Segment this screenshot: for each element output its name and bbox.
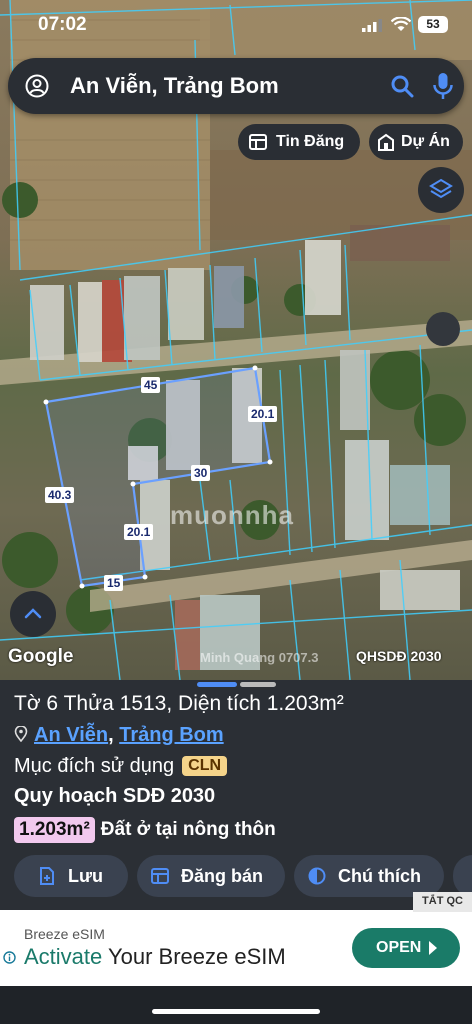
tin-dang-button[interactable]: Tin Đăng: [238, 124, 360, 160]
ad-headline-accent: Activate: [24, 944, 103, 969]
legend-button[interactable]: Chú thích: [294, 855, 444, 897]
parcel-title: Tờ 6 Thửa 1513, Diện tích 1.203m²: [14, 692, 344, 715]
google-logo: Google: [8, 646, 74, 667]
search-bar[interactable]: An Viễn, Trảng Bom: [8, 58, 464, 114]
layers-button[interactable]: [418, 167, 464, 213]
watermark-logo: muonnha: [170, 500, 294, 530]
ad-brand: Breeze eSIM: [24, 926, 105, 942]
page-indicator-active: [197, 682, 237, 687]
land-use-purpose: Mục đích sử dụng CLN: [14, 755, 228, 778]
play-arrow-icon: [429, 941, 437, 955]
more-actions-button[interactable]: [453, 855, 472, 897]
info-icon[interactable]: [3, 951, 16, 964]
post-sale-label: Đăng bán: [181, 866, 264, 886]
contrast-icon: [308, 867, 326, 885]
satellite-map[interactable]: 45 20.1 30 40.3 20.1 15 muonnha Google M…: [0, 0, 472, 680]
status-bar: 07:02 53: [0, 0, 472, 50]
commune-link[interactable]: An Viễn: [34, 724, 108, 746]
post-sale-button[interactable]: Đăng bán: [137, 855, 285, 897]
parcel-dimension-label: 15: [104, 575, 124, 591]
battery-icon: 53: [418, 16, 448, 33]
hide-ads-button[interactable]: TẮT QC: [413, 892, 472, 912]
parcel-dimension-label: 30: [191, 465, 211, 481]
ad-headline-rest: Your Breeze eSIM: [102, 944, 286, 969]
listing-icon: [249, 134, 267, 150]
save-file-icon: [40, 867, 54, 885]
chevron-up-icon: [24, 608, 42, 619]
ad-open-button[interactable]: OPEN: [352, 928, 460, 968]
purpose-code-badge: CLN: [182, 756, 228, 776]
search-icon[interactable]: [390, 74, 414, 98]
map-pin-icon: [14, 726, 28, 742]
page-indicator: [240, 682, 276, 687]
ad-banner[interactable]: TẮT QC Breeze eSIM Activate Your Breeze …: [0, 892, 472, 986]
home-bar-area: [0, 986, 472, 1024]
parcel-dimension-label: 45: [141, 377, 161, 393]
search-query[interactable]: An Viễn, Trảng Bom: [70, 73, 279, 99]
layer-name: QHSDĐ 2030: [356, 648, 442, 664]
location-separator: ,: [108, 724, 114, 746]
ad-headline: Activate Your Breeze eSIM: [24, 944, 286, 970]
purpose-label: Mục đích sử dụng: [14, 755, 175, 777]
mic-icon[interactable]: [432, 72, 454, 100]
district-link[interactable]: Trảng Bom: [119, 724, 223, 746]
layers-icon: [429, 178, 453, 199]
status-time: 07:02: [38, 14, 87, 35]
ad-open-label: OPEN: [376, 939, 422, 956]
area-description: Đất ở tại nông thôn: [100, 819, 276, 840]
cellular-signal-icon: [362, 19, 382, 32]
parcel-dimension-label: 40.3: [45, 487, 75, 503]
location-dot-button[interactable]: [426, 312, 460, 346]
home-indicator[interactable]: [152, 1009, 320, 1014]
parcel-dimension-label: 20.1: [248, 406, 278, 422]
plan-heading: Quy hoạch SDĐ 2030: [14, 785, 216, 807]
legend-label: Chú thích: [338, 866, 421, 886]
area-badge: 1.203m²: [14, 817, 95, 843]
account-icon[interactable]: [25, 74, 49, 98]
save-button[interactable]: Lưu: [14, 855, 128, 897]
parcel-location: An Viễn, Trảng Bom: [14, 724, 224, 747]
expand-up-button[interactable]: [10, 591, 56, 637]
parcel-dimension-label: 20.1: [124, 524, 154, 540]
wifi-icon: [391, 17, 411, 31]
building-icon: [378, 133, 394, 151]
save-label: Lưu: [68, 866, 104, 886]
du-an-button[interactable]: Dự Án: [369, 124, 463, 160]
listing-icon: [151, 868, 169, 884]
area-row: 1.203m² Đất ở tại nông thôn: [14, 817, 276, 843]
tin-dang-label: Tin Đăng: [276, 133, 345, 150]
map-credit: Minh Quang 0707.3: [200, 650, 319, 665]
du-an-label: Dự Án: [401, 133, 450, 150]
parcel-info-sheet: Tờ 6 Thửa 1513, Diện tích 1.203m² An Viễ…: [0, 680, 472, 910]
